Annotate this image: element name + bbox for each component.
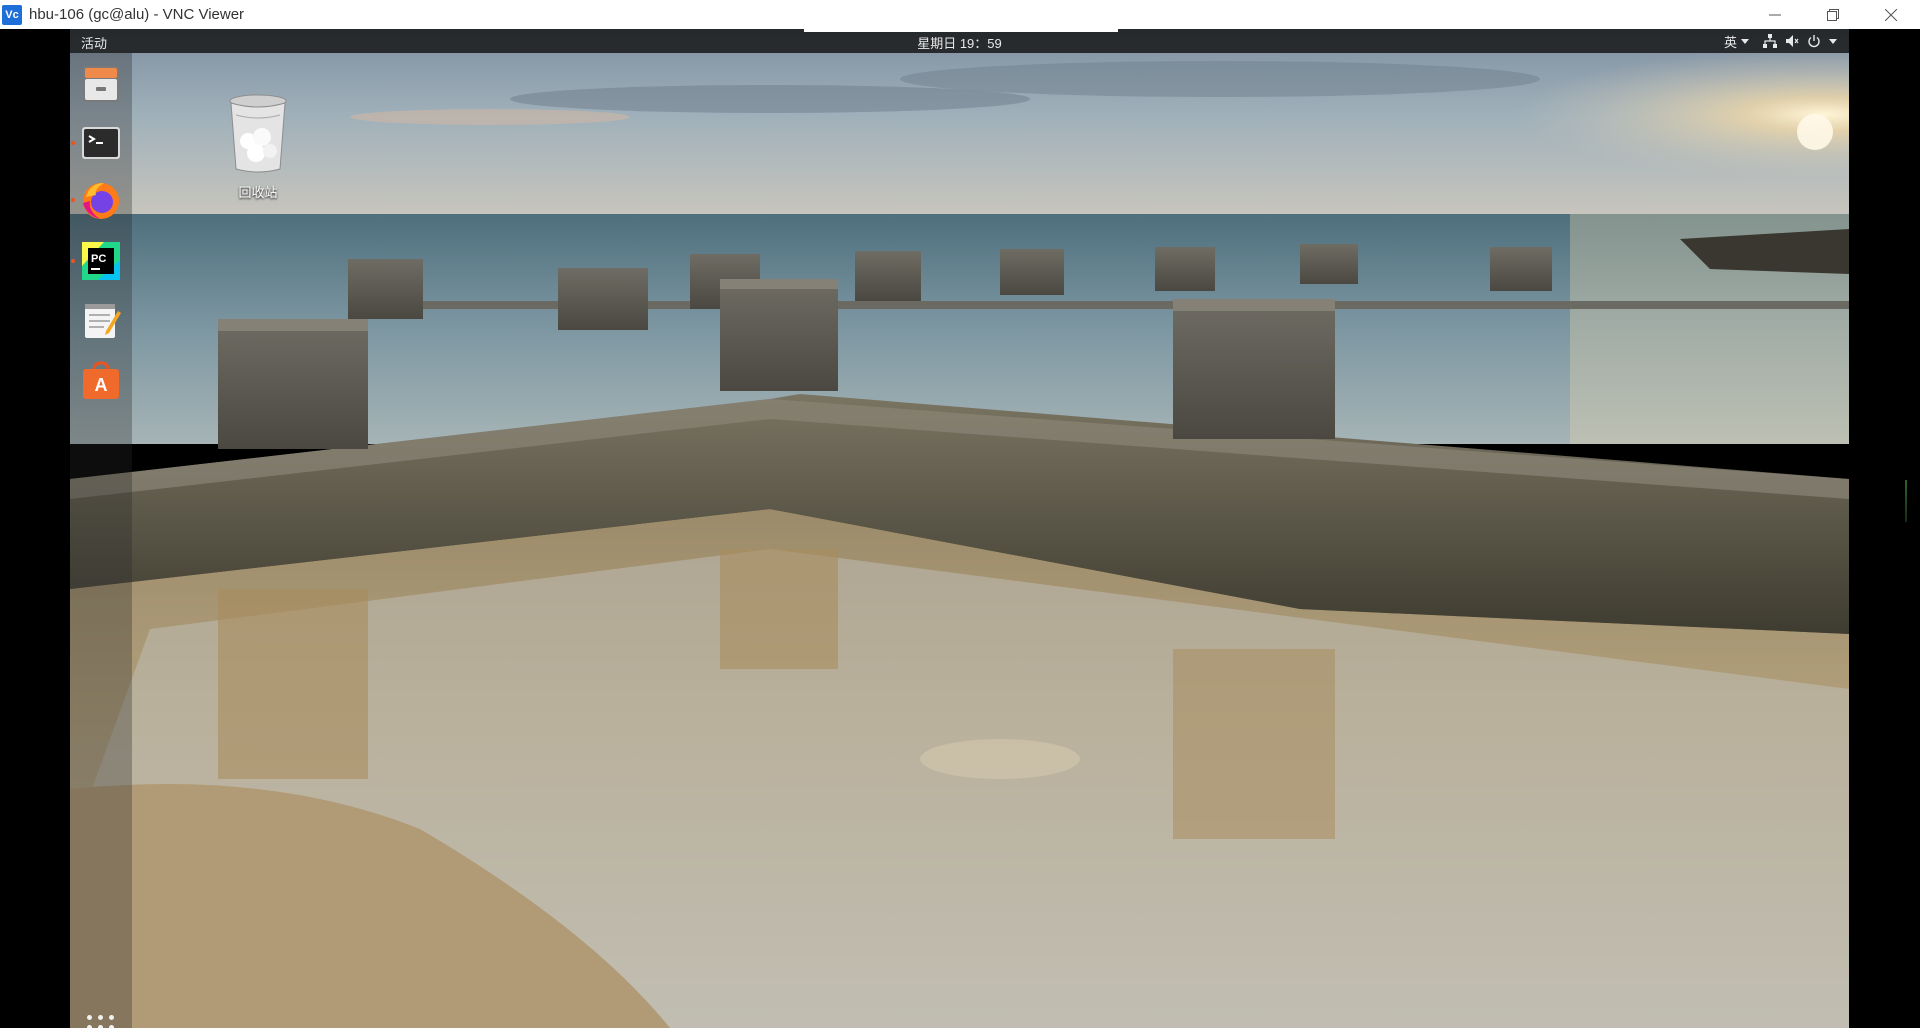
trash-label: 回收站 [238, 185, 278, 200]
restore-icon [1827, 8, 1839, 21]
running-indicator [71, 259, 75, 263]
scroll-indicator [1905, 480, 1907, 522]
dock-item-terminal[interactable] [71, 122, 122, 164]
vnc-app-icon[interactable]: Vc [2, 4, 22, 25]
input-method-indicator[interactable]: 英 [1724, 32, 1749, 51]
volume-muted-icon [1786, 35, 1799, 47]
text-editor-icon [85, 304, 121, 338]
restore-button[interactable] [1804, 0, 1862, 29]
svg-text:PC: PC [91, 253, 106, 265]
dock-item-software[interactable]: A [80, 360, 122, 402]
svg-text:A: A [95, 375, 108, 395]
chevron-down-icon [1741, 38, 1749, 44]
gnome-top-bar: 活动 星期日 19：59 英 [70, 29, 1849, 53]
dock-item-text-editor[interactable] [80, 299, 122, 341]
chevron-down-icon [1829, 38, 1837, 44]
running-indicator [71, 198, 75, 202]
vnc-window-titlebar: Vc hbu-106 (gc@alu) - VNC Viewer [0, 0, 1920, 30]
input-method-label: 英 [1723, 34, 1737, 50]
trash-can-icon [229, 94, 287, 173]
minimize-button[interactable] [1746, 0, 1804, 29]
letterbox-right [1849, 29, 1920, 1028]
clock-container: 星期日 19：59 [70, 33, 1849, 52]
dock-item-firefox[interactable] [71, 179, 122, 221]
remote-desktop[interactable]: 活动 星期日 19：59 英 PC A 回收站 [70, 29, 1849, 1028]
system-menu[interactable] [1763, 34, 1837, 48]
vnc-toolbar-handle[interactable] [804, 29, 1118, 32]
software-store-icon: A [83, 361, 119, 399]
letterbox-left [0, 29, 70, 1028]
desktop-icon-trash[interactable]: 回收站 [208, 91, 308, 201]
dock-item-pycharm[interactable]: PC [71, 240, 122, 282]
network-wired-icon [1763, 34, 1777, 48]
firefox-icon [83, 183, 119, 219]
dock-item-files[interactable] [80, 63, 122, 105]
clock[interactable]: 星期日 19：59 [917, 36, 1002, 51]
window-controls [1746, 0, 1920, 29]
system-tray: 英 [1724, 29, 1837, 53]
minimize-icon [1769, 14, 1781, 15]
window-title: hbu-106 (gc@alu) - VNC Viewer [29, 6, 245, 23]
close-button[interactable] [1862, 0, 1920, 29]
running-indicator [71, 141, 75, 145]
pycharm-icon: PC [82, 242, 120, 280]
file-cabinet-icon [83, 66, 119, 102]
terminal-icon [82, 127, 120, 159]
show-applications-button[interactable] [85, 1011, 117, 1028]
desktop-wallpaper [70, 29, 1849, 1028]
close-icon [1885, 8, 1897, 21]
dock: PC A [70, 53, 132, 1028]
grid-dots-icon [87, 1014, 92, 1020]
power-icon [1808, 35, 1820, 48]
